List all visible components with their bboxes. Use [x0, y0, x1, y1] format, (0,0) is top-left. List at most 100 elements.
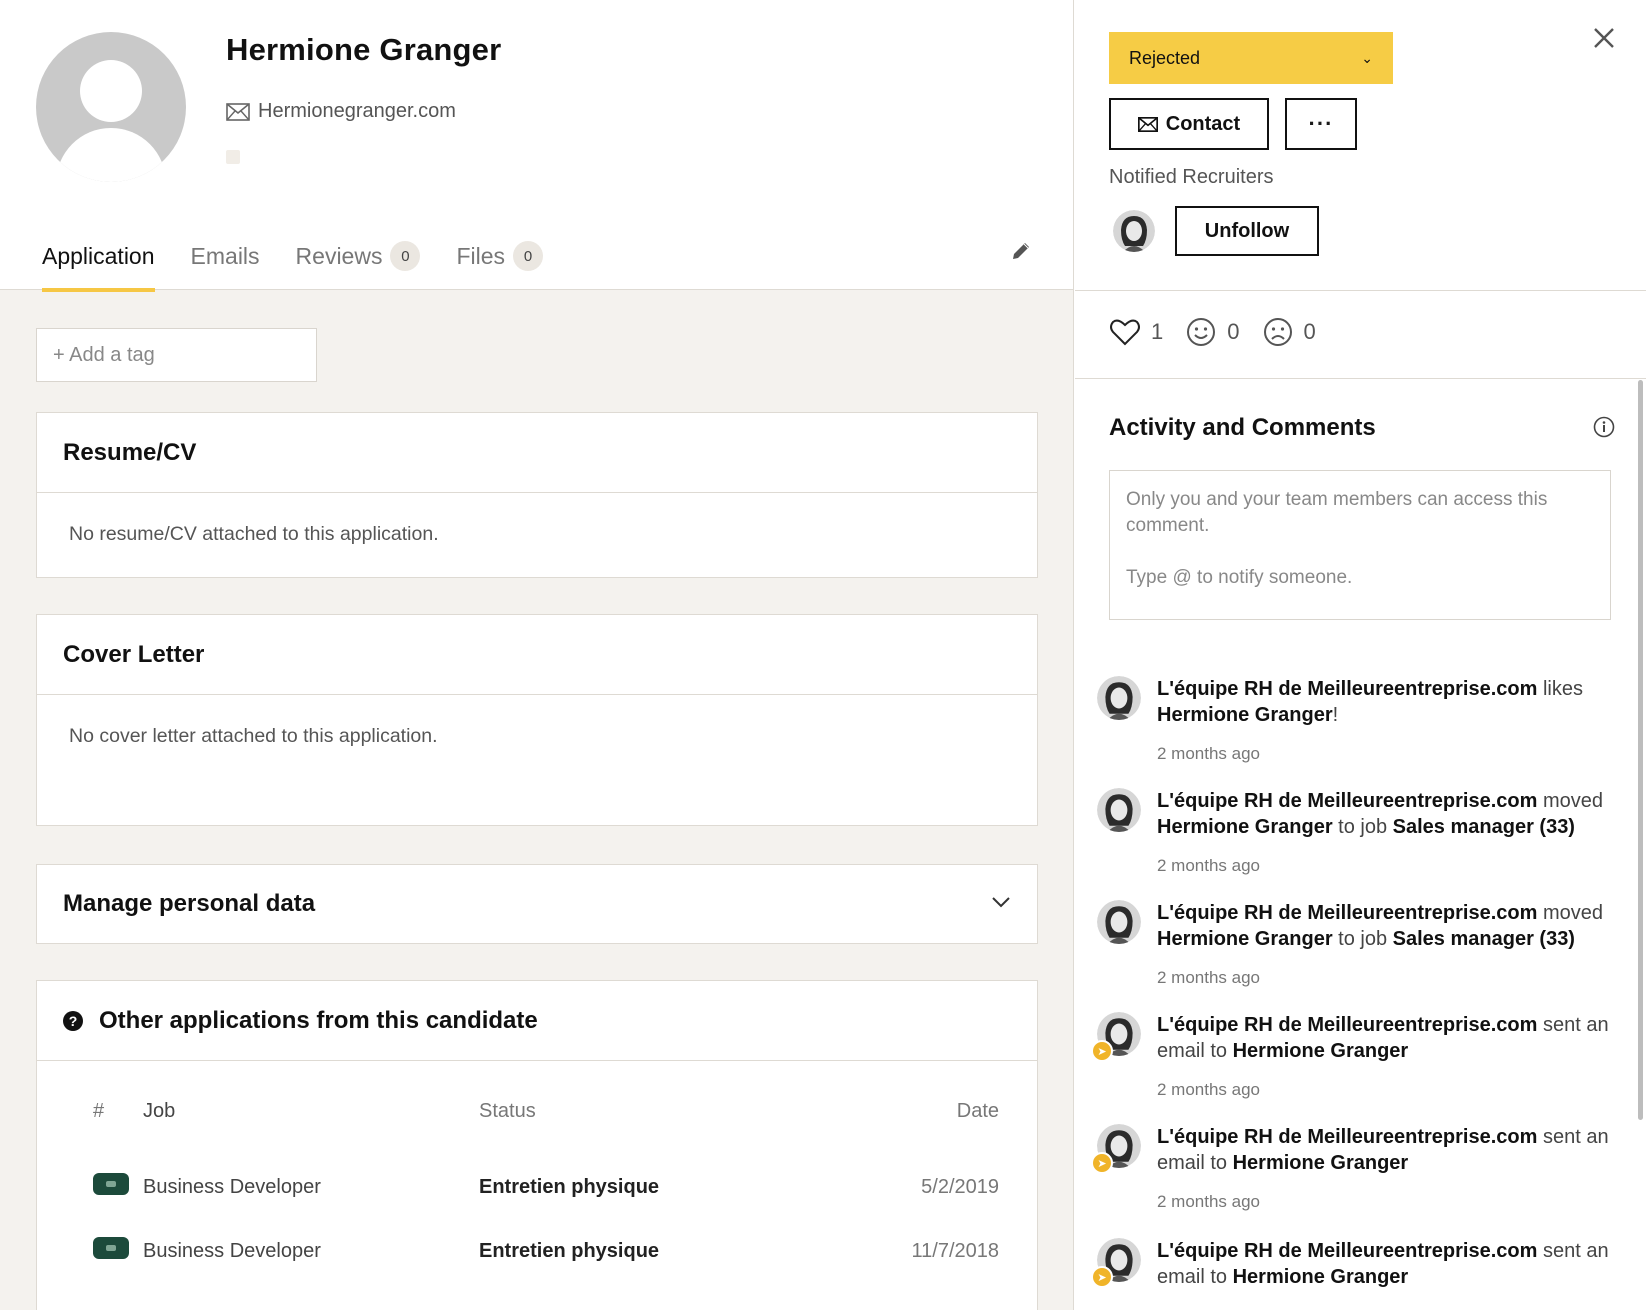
activity-item: ➤ L'équipe RH de Meilleureentreprise.com…	[1091, 1238, 1637, 1308]
activity-text: L'équipe RH de Meilleureentreprise.com l…	[1157, 678, 1583, 726]
candidate-header: Hermione Granger Hermionegranger.com App…	[0, 0, 1073, 292]
comment-placeholder-line2: Type @ to notify someone.	[1126, 567, 1353, 588]
activity-text: L'équipe RH de Meilleureentreprise.com s…	[1157, 1014, 1609, 1062]
activity-item: ➤ L'équipe RH de Meilleureentreprise.com…	[1091, 1012, 1637, 1112]
manage-personal-data-header[interactable]: Manage personal data	[37, 865, 1037, 943]
application-panel: Hermione Granger Hermionegranger.com App…	[0, 0, 1074, 1310]
activity-text: L'équipe RH de Meilleureentreprise.com s…	[1157, 1126, 1609, 1174]
frown-icon	[1263, 318, 1292, 346]
activity-time: 2 months ago	[1157, 968, 1261, 987]
activity-time: 2 months ago	[1157, 744, 1261, 763]
edit-pencil-icon[interactable]	[1010, 240, 1032, 262]
frown-count: 0	[1303, 319, 1316, 344]
like-reaction[interactable]: 1	[1109, 316, 1163, 348]
other-applications-title: Other applications from this candidate	[99, 1006, 538, 1034]
info-icon[interactable]	[1593, 416, 1615, 438]
company-logo-icon	[93, 1173, 129, 1195]
contact-button-label: Contact	[1165, 112, 1241, 135]
send-email-icon: ➤	[1091, 1040, 1113, 1062]
send-email-icon: ➤	[1091, 1266, 1113, 1288]
frown-reaction[interactable]: 0	[1262, 316, 1316, 348]
table-header-row: # Job Status Date	[93, 1091, 1023, 1131]
activity-time: 2 months ago	[1157, 1080, 1261, 1099]
col-header-date: Date	[956, 1099, 999, 1122]
tab-reviews[interactable]: Reviews 0	[296, 236, 421, 276]
col-header-job: Job	[143, 1099, 176, 1122]
notified-recruiters-label: Notified Recruiters	[1109, 166, 1274, 188]
table-row[interactable]: Business Developer Entretien physique 5/…	[93, 1155, 1023, 1219]
tab-files[interactable]: Files 0	[456, 236, 544, 276]
activity-text: L'équipe RH de Meilleureentreprise.com m…	[1157, 902, 1604, 950]
other-applications-card: ? Other applications from this candidate…	[36, 980, 1038, 1310]
table-row[interactable]: Business Developer Entretien physique 11…	[93, 1219, 1023, 1283]
resume-card: Resume/CV No resume/CV attached to this …	[36, 412, 1038, 578]
activity-item: L'équipe RH de Meilleureentreprise.com l…	[1097, 676, 1637, 776]
application-tabs: Application Emails Reviews 0 Files 0	[42, 236, 579, 292]
more-options-button[interactable]: ···	[1285, 98, 1357, 150]
chevron-down-icon: ⌄	[1361, 49, 1373, 66]
unfollow-button[interactable]: Unfollow	[1175, 206, 1319, 256]
comment-input[interactable]: Only you and your team members can acces…	[1109, 470, 1611, 620]
tab-application[interactable]: Application	[42, 236, 155, 292]
activity-item: L'équipe RH de Meilleureentreprise.com m…	[1097, 900, 1637, 1000]
comment-placeholder-line1: Only you and your team members can acces…	[1126, 489, 1548, 536]
manage-personal-data-card[interactable]: Manage personal data	[36, 864, 1038, 944]
heart-icon	[1110, 319, 1140, 346]
smile-count: 0	[1227, 319, 1240, 344]
add-tag-input[interactable]: + Add a tag	[36, 328, 317, 382]
candidate-name: Hermione Granger	[226, 32, 502, 67]
candidate-avatar	[36, 32, 186, 182]
activity-text: L'équipe RH de Meilleureentreprise.com s…	[1157, 1240, 1609, 1288]
candidate-email-row[interactable]: Hermionegranger.com	[226, 100, 456, 123]
status-dropdown[interactable]: Rejected ⌄	[1109, 32, 1393, 84]
contact-button[interactable]: Contact	[1109, 98, 1269, 150]
resume-card-title: Resume/CV	[37, 413, 1037, 493]
candidate-email[interactable]: Hermionegranger.com	[258, 100, 456, 123]
reviews-count-badge: 0	[390, 241, 421, 271]
smile-icon	[1187, 318, 1216, 346]
activity-title: Activity and Comments	[1109, 414, 1376, 441]
application-status: Entretien physique	[479, 1239, 660, 1262]
activity-avatar	[1097, 900, 1141, 944]
candidate-extra-placeholder	[226, 150, 240, 164]
smile-reaction[interactable]: 0	[1185, 316, 1240, 348]
close-icon[interactable]	[1590, 24, 1618, 52]
other-applications-header: ? Other applications from this candidate	[37, 981, 1037, 1061]
activity-text: L'équipe RH de Meilleureentreprise.com m…	[1157, 790, 1604, 838]
application-date: 11/7/2018	[911, 1239, 1000, 1262]
candidate-sidebar: Rejected ⌄ Contact ··· Notified Recruite…	[1075, 0, 1646, 1310]
files-count-badge: 0	[513, 241, 544, 271]
cover-letter-card-body: No cover letter attached to this applica…	[69, 725, 438, 747]
activity-avatar	[1097, 788, 1141, 832]
divider	[1075, 378, 1646, 379]
activity-time: 2 months ago	[1157, 856, 1261, 875]
resume-card-body: No resume/CV attached to this applicatio…	[69, 523, 439, 545]
status-value: Rejected	[1129, 47, 1201, 68]
activity-item: ➤ L'équipe RH de Meilleureentreprise.com…	[1091, 1124, 1637, 1224]
divider	[1075, 290, 1646, 291]
application-job[interactable]: Business Developer	[143, 1176, 479, 1199]
mail-icon	[1137, 116, 1158, 132]
cover-letter-card: Cover Letter No cover letter attached to…	[36, 614, 1038, 826]
like-count: 1	[1151, 319, 1164, 344]
activity-avatar	[1097, 676, 1141, 720]
recruiter-avatar[interactable]	[1113, 210, 1155, 252]
send-email-icon: ➤	[1091, 1152, 1113, 1174]
activity-time: 2 months ago	[1157, 1192, 1261, 1211]
other-applications-table: # Job Status Date Business Developer Ent…	[93, 1091, 1023, 1283]
col-header-num: #	[93, 1099, 105, 1122]
cover-letter-card-title: Cover Letter	[37, 615, 1037, 695]
reactions-bar: 1 0 0	[1109, 316, 1324, 348]
activity-item: L'équipe RH de Meilleureentreprise.com m…	[1097, 788, 1637, 888]
help-circle-icon[interactable]: ?	[63, 1010, 83, 1031]
tab-emails[interactable]: Emails	[191, 236, 260, 276]
application-status: Entretien physique	[479, 1175, 660, 1198]
manage-personal-data-title: Manage personal data	[63, 890, 316, 917]
sidebar-scrollbar[interactable]	[1638, 380, 1643, 1120]
application-date: 5/2/2019	[921, 1175, 999, 1198]
chevron-down-icon[interactable]	[991, 895, 1011, 909]
application-job[interactable]: Business Developer	[143, 1240, 479, 1263]
col-header-status: Status	[479, 1099, 536, 1122]
mail-icon	[226, 102, 250, 121]
company-logo-icon	[93, 1237, 129, 1259]
